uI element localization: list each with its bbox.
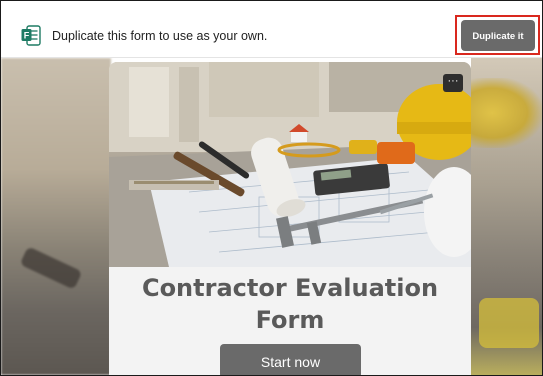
form-page: F Duplicate this form to use as your own…: [0, 0, 543, 376]
banner-message: Duplicate this form to use as your own.: [52, 29, 268, 43]
forms-icon: F: [21, 25, 41, 46]
ellipsis-icon[interactable]: ···: [443, 74, 463, 92]
duplicate-it-button[interactable]: Duplicate it: [461, 20, 535, 51]
construction-illustration: [109, 62, 471, 267]
start-now-button[interactable]: Start now: [220, 344, 361, 375]
duplicate-banner: F Duplicate this form to use as your own…: [1, 1, 542, 58]
form-card: ··· Contractor Evaluation Form Start now: [109, 62, 471, 375]
background-left: [1, 58, 111, 375]
form-title: Contractor Evaluation Form: [141, 274, 439, 334]
svg-text:F: F: [24, 31, 30, 41]
background-right: [471, 58, 542, 375]
cover-image: ···: [109, 62, 471, 267]
